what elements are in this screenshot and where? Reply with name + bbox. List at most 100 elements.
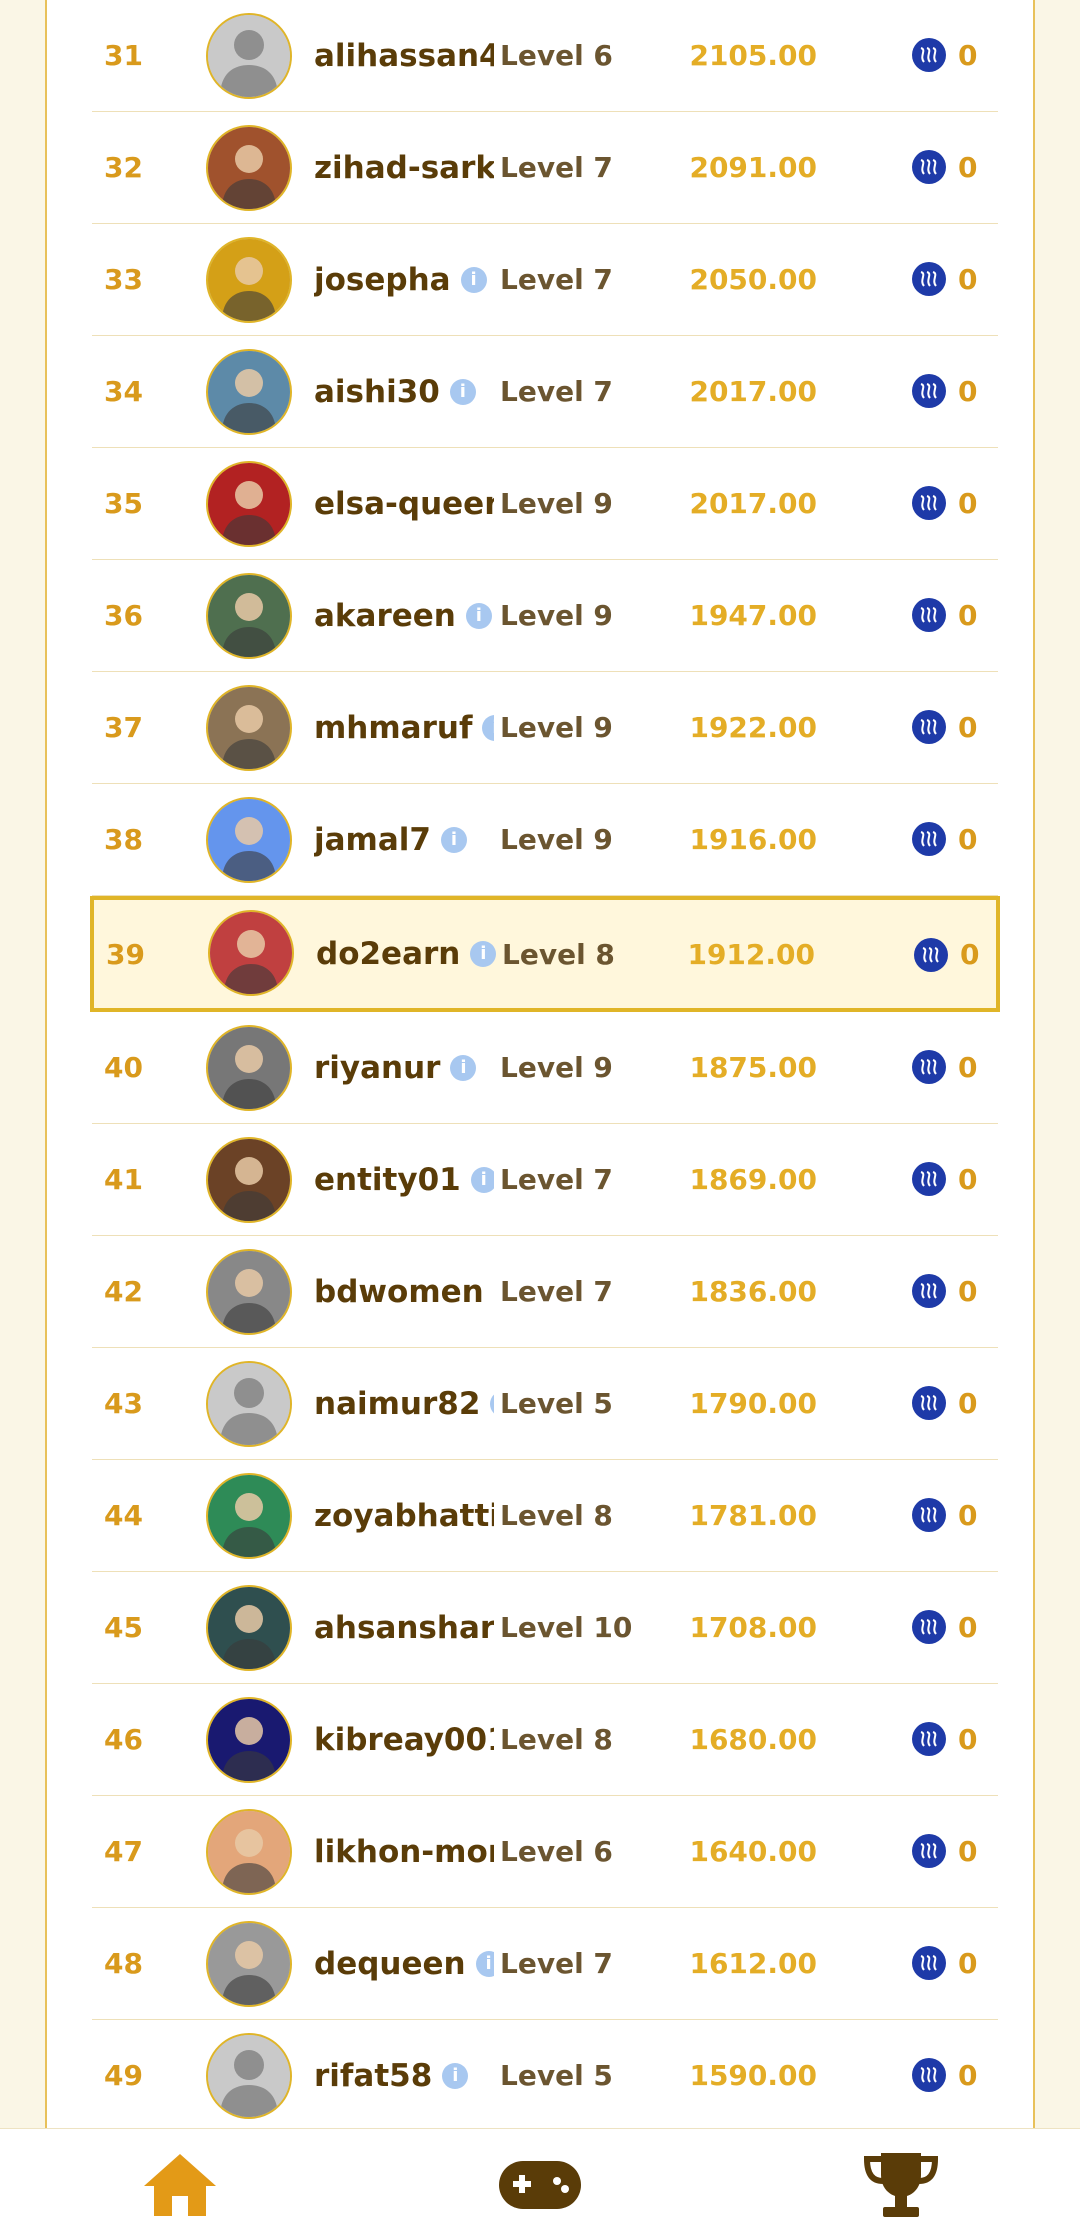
- info-icon[interactable]: i: [471, 1167, 494, 1193]
- avatar[interactable]: [206, 461, 292, 547]
- leaderboard-row[interactable]: 49 rifat58 i Level 5 1590.00 0: [92, 2020, 998, 2132]
- reward-value: 0: [958, 336, 977, 447]
- score-value: 1781.00: [689, 1460, 817, 1571]
- info-icon[interactable]: i: [461, 267, 487, 293]
- username[interactable]: aishi30: [314, 374, 440, 410]
- avatar[interactable]: [208, 910, 294, 996]
- user-photo-icon: [208, 1811, 290, 1893]
- avatar[interactable]: [206, 125, 292, 211]
- user-photo-icon: [208, 1699, 290, 1781]
- avatar[interactable]: [206, 1585, 292, 1671]
- score-value: 1922.00: [689, 672, 817, 783]
- avatar[interactable]: [206, 1361, 292, 1447]
- rank-number: 37: [104, 672, 143, 783]
- avatar[interactable]: [206, 573, 292, 659]
- username[interactable]: zoyabhatti: [314, 1498, 494, 1534]
- username[interactable]: mhmaruf: [314, 710, 472, 746]
- avatar[interactable]: [206, 685, 292, 771]
- username[interactable]: entity01: [314, 1162, 461, 1198]
- leaderboard-row[interactable]: 36 akareen i Level 9 1947.00 0: [92, 560, 998, 672]
- username[interactable]: jamal7: [314, 822, 431, 858]
- username[interactable]: elsa-queen: [314, 486, 494, 522]
- rank-number: 44: [104, 1460, 143, 1571]
- steem-coin-icon: [912, 1162, 946, 1196]
- trophy-icon: [861, 2149, 941, 2221]
- username[interactable]: riyanur: [314, 1050, 440, 1086]
- avatar[interactable]: [206, 13, 292, 99]
- leaderboard-row[interactable]: 40 riyanur i Level 9 1875.00 0: [92, 1012, 998, 1124]
- info-icon[interactable]: i: [490, 1391, 494, 1417]
- avatar[interactable]: [206, 1697, 292, 1783]
- rank-number: 34: [104, 336, 143, 447]
- info-icon[interactable]: i: [470, 941, 496, 967]
- info-icon[interactable]: i: [441, 827, 467, 853]
- current-user-row[interactable]: 39 do2earn i Level 8 1912.00 0: [90, 896, 1000, 1012]
- avatar[interactable]: [206, 1137, 292, 1223]
- leaderboard-row[interactable]: 34 aishi30 i Level 7 2017.00 0: [92, 336, 998, 448]
- leaderboard-row[interactable]: 37 mhmaruf i Level 9 1922.00 0: [92, 672, 998, 784]
- leaderboard-row[interactable]: 41 entity01 i Level 7 1869.00 0: [92, 1124, 998, 1236]
- avatar[interactable]: [206, 349, 292, 435]
- username-cell: josepha i: [314, 224, 494, 335]
- user-photo-icon: [208, 799, 290, 881]
- rank-number: 35: [104, 448, 143, 559]
- reward-value: 0: [958, 1796, 977, 1907]
- rank-number: 41: [104, 1124, 143, 1235]
- username[interactable]: do2earn: [316, 936, 460, 972]
- reward-value: 0: [958, 1124, 977, 1235]
- games-button[interactable]: [495, 2147, 585, 2223]
- avatar[interactable]: [206, 1249, 292, 1335]
- avatar[interactable]: [206, 2033, 292, 2119]
- leaderboard-row[interactable]: 38 jamal7 i Level 9 1916.00 0: [92, 784, 998, 896]
- info-icon[interactable]: i: [476, 1951, 494, 1977]
- home-button[interactable]: [135, 2147, 225, 2223]
- home-icon: [140, 2150, 220, 2220]
- leaderboard-row[interactable]: 47 likhon-mon Level 6 1640.00 0: [92, 1796, 998, 1908]
- username[interactable]: josepha: [314, 262, 451, 298]
- user-photo-icon: [208, 127, 290, 209]
- avatar[interactable]: [206, 1473, 292, 1559]
- leaderboard-row[interactable]: 44 zoyabhatti Level 8 1781.00 0: [92, 1460, 998, 1572]
- info-icon[interactable]: i: [466, 603, 492, 629]
- leaderboard-row[interactable]: 48 dequeen i Level 7 1612.00 0: [92, 1908, 998, 2020]
- username[interactable]: ahsanshari: [314, 1610, 494, 1646]
- info-icon[interactable]: i: [442, 2063, 468, 2089]
- avatar[interactable]: [206, 237, 292, 323]
- username[interactable]: naimur82: [314, 1386, 480, 1422]
- avatar[interactable]: [206, 1921, 292, 2007]
- rank-number: 45: [104, 1572, 143, 1683]
- info-icon[interactable]: i: [482, 715, 494, 741]
- rank-number: 47: [104, 1796, 143, 1907]
- info-icon[interactable]: i: [450, 379, 476, 405]
- username[interactable]: alihassan4: [314, 38, 494, 74]
- reward-value: 0: [960, 900, 979, 1008]
- leaderboard-button[interactable]: [856, 2147, 946, 2223]
- avatar[interactable]: [206, 1809, 292, 1895]
- reward-value: 0: [958, 448, 977, 559]
- user-photo-icon: [208, 463, 290, 545]
- username[interactable]: likhon-mon: [314, 1834, 494, 1870]
- steem-coin-icon: [912, 2058, 946, 2092]
- leaderboard-row[interactable]: 43 naimur82 i Level 5 1790.00 0: [92, 1348, 998, 1460]
- score-value: 1912.00: [687, 900, 815, 1008]
- username[interactable]: zihad-sarker: [314, 150, 494, 186]
- username-cell: kibreay001: [314, 1684, 494, 1795]
- reward-value: 0: [958, 112, 977, 223]
- steem-coin-icon: [912, 710, 946, 744]
- leaderboard-row[interactable]: 46 kibreay001 Level 8 1680.00 0: [92, 1684, 998, 1796]
- leaderboard-row[interactable]: 32 zihad-sarker Level 7 2091.00 0: [92, 112, 998, 224]
- leaderboard-row[interactable]: 42 bdwomen i Level 7 1836.00 0: [92, 1236, 998, 1348]
- avatar[interactable]: [206, 1025, 292, 1111]
- username[interactable]: dequeen: [314, 1946, 466, 1982]
- info-icon[interactable]: i: [450, 1055, 476, 1081]
- avatar[interactable]: [206, 797, 292, 883]
- leaderboard-row[interactable]: 31 alihassan4 Level 6 2105.00 0: [92, 0, 998, 112]
- username-cell: do2earn i: [316, 900, 496, 1008]
- leaderboard-row[interactable]: 45 ahsanshari Level 10 1708.00 0: [92, 1572, 998, 1684]
- username[interactable]: akareen: [314, 598, 456, 634]
- username[interactable]: kibreay001: [314, 1722, 494, 1758]
- leaderboard-row[interactable]: 33 josepha i Level 7 2050.00 0: [92, 224, 998, 336]
- leaderboard-row[interactable]: 35 elsa-queen Level 9 2017.00 0: [92, 448, 998, 560]
- username[interactable]: rifat58: [314, 2058, 432, 2094]
- username[interactable]: bdwomen: [314, 1274, 484, 1310]
